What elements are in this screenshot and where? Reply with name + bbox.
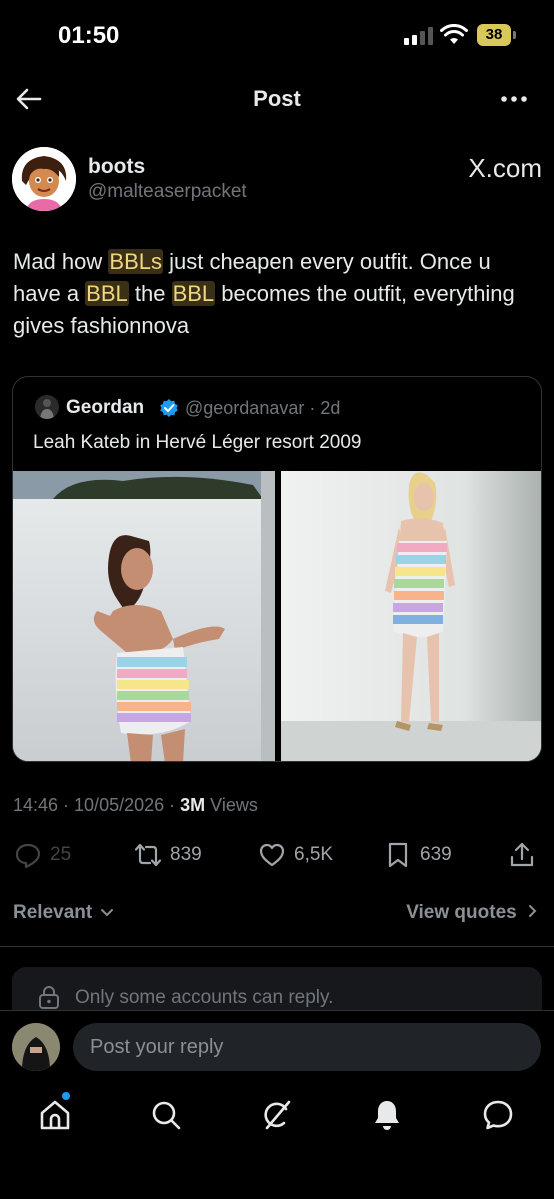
views-label: Views (205, 795, 258, 815)
tab-grok[interactable] (259, 1097, 295, 1133)
post-text: Mad how BBLs just cheapen every outfit. … (13, 246, 543, 342)
profile-photo (12, 1023, 60, 1071)
quoted-post[interactable]: Geordan @geordanavar · 2d Leah Kateb in … (12, 376, 542, 762)
bookmark-button[interactable]: 639 (384, 838, 452, 872)
chevron-down-icon (101, 909, 114, 917)
bell-icon (375, 1101, 399, 1130)
post-author: boots @malteaserpacket X.com (12, 145, 542, 215)
replies-filter-row: Relevant View quotes (0, 898, 554, 930)
photo-woman-striped-dress (13, 471, 275, 761)
clock: 01:50 (58, 22, 120, 49)
heart-icon (259, 843, 285, 867)
views-count: 3M (180, 795, 206, 815)
cartoon-avatar-image (12, 147, 76, 211)
like-button[interactable]: 6,5K (258, 838, 333, 872)
verified-badge-icon (160, 399, 178, 417)
chat-bubble-icon (483, 1100, 513, 1130)
timestamp-text: 14:46 · 10/05/2026 · (13, 795, 181, 815)
lock-icon (39, 986, 59, 1009)
quoted-author-name[interactable]: Geordan (66, 397, 144, 419)
highlighted-term: BBL (85, 281, 129, 306)
quoted-avatar[interactable] (35, 395, 59, 419)
sort-dropdown[interactable]: Relevant (13, 902, 114, 924)
reply-icon (15, 843, 41, 869)
bookmark-count: 639 (420, 844, 452, 865)
quoted-handle-time: @geordanavar · 2d (185, 398, 341, 418)
notification-dot (62, 1092, 70, 1100)
bookmark-icon (388, 842, 408, 868)
repost-count: 839 (170, 844, 202, 865)
media-image-left[interactable] (13, 471, 275, 761)
bottom-navigation (0, 1084, 554, 1199)
repost-icon (134, 843, 162, 867)
tab-messages[interactable] (480, 1097, 516, 1133)
tab-search[interactable] (148, 1097, 184, 1133)
battery-indicator: 38 (477, 24, 516, 46)
post-header: Post (0, 70, 554, 128)
avatar[interactable] (12, 147, 76, 211)
user-avatar[interactable] (12, 1023, 60, 1071)
media-image-right[interactable] (281, 471, 541, 761)
divider (0, 946, 554, 947)
post-timestamp: 14:46 · 10/05/2026 · 3M Views (13, 795, 258, 816)
more-options-icon[interactable] (498, 84, 530, 114)
search-icon (152, 1101, 181, 1130)
page-title: Post (253, 86, 301, 111)
share-icon (510, 842, 534, 867)
grok-icon (264, 1100, 291, 1130)
reply-input[interactable]: Post your reply (73, 1023, 541, 1071)
reply-count: 25 (50, 844, 72, 865)
author-name[interactable]: boots (88, 155, 145, 179)
quoted-text: Leah Kateb in Hervé Léger resort 2009 (33, 432, 362, 453)
tab-notifications[interactable] (369, 1097, 405, 1133)
restriction-text: Only some accounts can reply. (75, 987, 334, 1008)
reply-composer: Post your reply (0, 1010, 554, 1084)
wifi-icon (440, 24, 468, 44)
status-bar: 01:50 38 (0, 0, 554, 70)
text-segment: the (128, 281, 172, 306)
author-handle[interactable]: @malteaserpacket (88, 181, 247, 203)
source-label: X.com (468, 153, 542, 183)
like-count: 6,5K (294, 844, 334, 865)
post-actions: 25 839 6,5K 639 (0, 838, 554, 872)
home-icon (40, 1100, 70, 1130)
share-button[interactable] (508, 838, 536, 872)
text-segment: Mad how (13, 249, 109, 274)
highlighted-term: BBLs (108, 249, 163, 274)
cellular-signal-icon (404, 27, 434, 45)
repost-button[interactable]: 839 (134, 838, 202, 872)
sort-label: Relevant (13, 902, 93, 923)
reply-button[interactable]: 25 (14, 838, 71, 872)
person-silhouette-icon (35, 395, 59, 419)
photo-model-striped-dress (281, 471, 541, 761)
chevron-right-icon (529, 905, 537, 917)
tab-home[interactable] (37, 1097, 73, 1133)
view-quotes-label: View quotes (406, 902, 517, 923)
view-quotes-link[interactable]: View quotes (406, 902, 538, 924)
reply-restriction-notice: Only some accounts can reply. (12, 967, 542, 1015)
highlighted-term: BBL (171, 281, 216, 306)
